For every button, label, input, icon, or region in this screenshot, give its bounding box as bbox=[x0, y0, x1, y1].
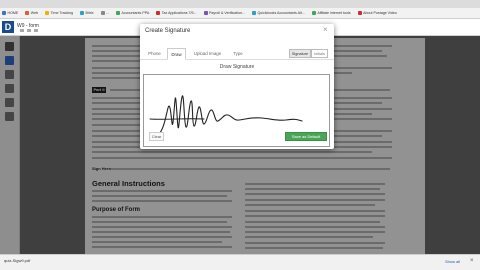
show-all-downloads-link[interactable]: Show all bbox=[445, 259, 460, 264]
bookmark-label: Time Tracking bbox=[50, 11, 74, 15]
bookmark-favicon-icon bbox=[116, 11, 121, 15]
close-icon[interactable]: × bbox=[323, 26, 328, 34]
bookmark-item[interactable]: HOME bbox=[0, 11, 18, 15]
bookmark-item[interactable]: Payroll & Verification... bbox=[202, 11, 245, 15]
signature-source-tabs: Phone Draw Upload Image Type Signature I… bbox=[140, 46, 334, 60]
bookmark-label: Quickbooks Accountants Alt... bbox=[257, 11, 305, 15]
tab-upload-image[interactable]: Upload Image bbox=[190, 48, 225, 60]
tab-type[interactable]: Type bbox=[230, 48, 246, 60]
bookmark-item[interactable]: Tax Applications 7/9... bbox=[154, 11, 197, 15]
tab-draw[interactable]: Draw bbox=[167, 48, 186, 60]
bookmark-favicon-icon bbox=[100, 11, 105, 15]
header-icon-row bbox=[20, 29, 41, 32]
bookmark-label: About Postage Video bbox=[363, 11, 397, 15]
bookmark-favicon-icon bbox=[156, 11, 161, 15]
header-tool-icon[interactable] bbox=[34, 29, 38, 32]
bookmark-label: Tax Applications 7/9... bbox=[161, 11, 197, 15]
bookmark-favicon-icon bbox=[311, 11, 316, 15]
bookmark-item[interactable]: About Postage Video bbox=[356, 11, 397, 15]
close-icon[interactable]: × bbox=[470, 258, 474, 264]
bookmark-item[interactable]: Affiliate internet tools bbox=[310, 11, 351, 15]
bookmark-item[interactable]: Accountants PPA bbox=[114, 11, 149, 15]
bookmark-label: HOME bbox=[7, 11, 19, 15]
bookmark-favicon-icon bbox=[203, 11, 208, 15]
bookmark-item[interactable]: Bitrix bbox=[78, 11, 94, 15]
signature-mode-button[interactable]: Signature bbox=[289, 49, 311, 58]
tab-phone[interactable]: Phone bbox=[145, 48, 164, 60]
bookmark-item[interactable]: Quickbooks Accountants Alt... bbox=[250, 11, 305, 15]
bookmark-favicon-icon bbox=[2, 11, 6, 15]
dialog-title: Create Signature bbox=[145, 28, 191, 34]
bookmarks-bar: HOME Web Time Tracking Bitrix ... Accoun… bbox=[0, 8, 480, 19]
bookmark-item[interactable]: Time Tracking bbox=[43, 11, 73, 15]
bookmark-favicon-icon bbox=[80, 11, 85, 15]
bookmark-favicon-icon bbox=[251, 11, 256, 15]
bookmark-favicon-icon bbox=[25, 11, 30, 15]
bookmark-label: Accountants PPA bbox=[121, 11, 150, 15]
downloaded-file-item[interactable]: quiz-Sigw9.pdf bbox=[4, 258, 30, 263]
clear-button[interactable]: Clear bbox=[149, 132, 164, 141]
bookmark-label: Payroll & Verification... bbox=[209, 11, 245, 15]
header-tool-icon[interactable] bbox=[20, 29, 24, 32]
header-tool-icon[interactable] bbox=[27, 29, 31, 32]
bookmark-label: ... bbox=[106, 11, 110, 15]
bookmark-favicon-icon bbox=[45, 11, 50, 15]
download-bar: quiz-Sigw9.pdf Show all × bbox=[0, 254, 480, 270]
bookmark-label: Bitrix bbox=[85, 11, 94, 15]
draw-signature-heading: Draw Signature bbox=[219, 64, 255, 70]
browser-tab-strip bbox=[0, 0, 480, 8]
bookmark-item[interactable]: Web bbox=[23, 11, 38, 15]
bookmark-favicon-icon bbox=[357, 11, 362, 15]
create-signature-dialog: Create Signature × Phone Draw Upload Ima… bbox=[140, 24, 334, 149]
bookmark-label: Web bbox=[30, 11, 39, 15]
save-as-default-button[interactable]: Save as Default bbox=[285, 132, 327, 141]
app-logo[interactable]: D bbox=[2, 21, 14, 33]
bookmark-label: Affiliate internet tools bbox=[317, 11, 351, 15]
initials-mode-button[interactable]: Initials bbox=[311, 49, 328, 58]
bookmark-item[interactable]: ... bbox=[99, 11, 110, 15]
